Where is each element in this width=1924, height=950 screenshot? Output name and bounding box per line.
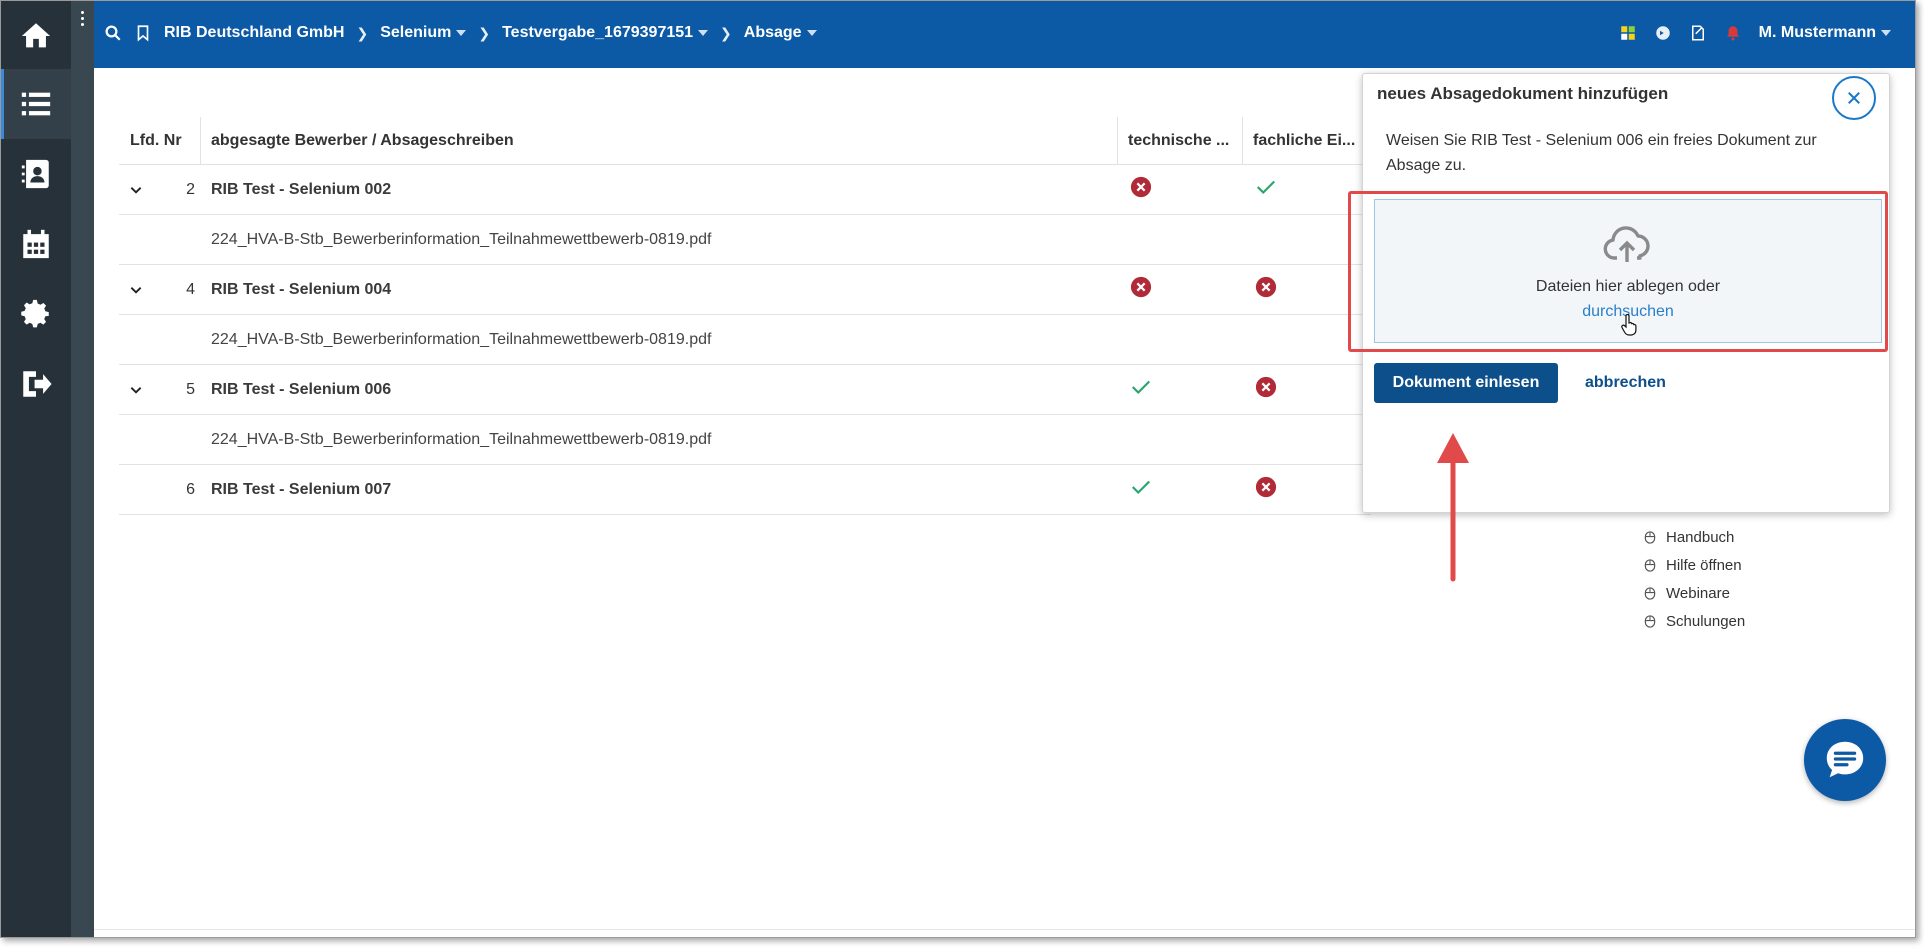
bell-icon[interactable]: [1724, 24, 1742, 42]
help-links: Handbuch Hilfe öffnen Webinare Schulunge…: [1644, 523, 1745, 635]
annotation-arrow-icon: [1437, 433, 1469, 582]
document-link[interactable]: 224_HVA-B-Stb_Bewerberinformation_Teilna…: [119, 231, 711, 249]
divider: [94, 929, 1915, 930]
error-circle-icon: [1130, 276, 1152, 298]
document-link[interactable]: 224_HVA-B-Stb_Bewerberinformation_Teilna…: [119, 331, 711, 349]
dialog-title: neues Absagedokument hinzufügen: [1377, 84, 1669, 103]
user-menu[interactable]: M. Mustermann: [1759, 24, 1891, 42]
breadcrumb-company[interactable]: RIB Deutschland GmbH: [164, 24, 344, 42]
bookmark-icon[interactable]: [134, 24, 152, 42]
dropzone-text: Dateien hier ablegen oder: [1535, 278, 1721, 295]
chevron-right-icon: ❯: [720, 24, 732, 41]
mouse-icon: [1644, 614, 1656, 628]
file-dropzone[interactable]: Dateien hier ablegen oder durchsuchen: [1374, 199, 1882, 343]
gear-icon: [21, 299, 49, 328]
sidebar-rail: [71, 1, 94, 937]
chevron-down-icon[interactable]: [129, 183, 143, 197]
sidebar: [1, 1, 71, 937]
error-circle-icon: [1130, 176, 1152, 198]
table-row[interactable]: 4 RIB Test - Selenium 004: [119, 265, 1371, 315]
app-window: RIB Deutschland GmbH ❯ Selenium ❯ Testve…: [0, 0, 1916, 938]
logout-icon: [23, 371, 52, 397]
chat-button[interactable]: [1804, 719, 1886, 801]
error-circle-icon: [1255, 376, 1277, 398]
search-icon[interactable]: [104, 24, 122, 42]
sidebar-item-list[interactable]: [1, 69, 71, 139]
read-document-button[interactable]: Dokument einlesen: [1374, 363, 1558, 403]
header-nr[interactable]: Lfd. Nr: [119, 117, 201, 164]
breadcrumb-tender[interactable]: Testvergabe_1679397151: [502, 24, 709, 42]
help-link-hilfe[interactable]: Hilfe öffnen: [1644, 551, 1745, 579]
caret-down-icon: [698, 29, 709, 36]
table-row[interactable]: 6 RIB Test - Selenium 007: [119, 465, 1371, 515]
check-icon: [1131, 380, 1151, 395]
notepad-icon[interactable]: [1689, 24, 1707, 42]
chevron-down-icon[interactable]: [129, 283, 143, 297]
breadcrumb: RIB Deutschland GmbH ❯ Selenium ❯ Testve…: [104, 1, 817, 65]
cloud-upload-icon: [1603, 226, 1650, 262]
mouse-icon: [1644, 558, 1656, 572]
apps-icon[interactable]: [1619, 24, 1637, 42]
row-nr: 5: [186, 380, 195, 398]
chevron-right-icon: ❯: [356, 24, 369, 41]
row-nr: 4: [186, 280, 195, 298]
table-header: Lfd. Nr abgesagte Bewerber / Absageschre…: [119, 117, 1371, 165]
check-icon: [1131, 480, 1151, 495]
contacts-icon: [21, 159, 49, 189]
row-name: RIB Test - Selenium 004: [211, 280, 392, 298]
sidebar-item-settings[interactable]: [1, 279, 71, 349]
mouse-icon: [1644, 586, 1656, 600]
chat-icon: [1826, 741, 1864, 778]
table-row-document[interactable]: 224_HVA-B-Stb_Bewerberinformation_Teilna…: [119, 415, 1371, 465]
sidebar-item-home[interactable]: [1, 1, 71, 71]
hand-cursor-icon: [1621, 314, 1637, 336]
table-row[interactable]: 5 RIB Test - Selenium 006: [119, 365, 1371, 415]
header-name[interactable]: abgesagte Bewerber / Absageschreiben: [201, 117, 1118, 164]
table-row-document[interactable]: 224_HVA-B-Stb_Bewerberinformation_Teilna…: [119, 315, 1371, 365]
help-link-schulungen[interactable]: Schulungen: [1644, 607, 1745, 635]
help-link-webinare[interactable]: Webinare: [1644, 579, 1745, 607]
home-icon: [21, 23, 51, 48]
row-nr: 6: [186, 480, 195, 498]
document-link[interactable]: 224_HVA-B-Stb_Bewerberinformation_Teilna…: [119, 431, 711, 449]
caret-down-icon: [1881, 29, 1891, 36]
error-circle-icon: [1255, 476, 1277, 498]
close-button[interactable]: [1832, 76, 1876, 120]
list-icon: [21, 92, 51, 116]
rejection-table: Lfd. Nr abgesagte Bewerber / Absageschre…: [119, 117, 1371, 515]
topbar-actions: M. Mustermann: [1619, 1, 1891, 65]
header-professional[interactable]: fachliche Ei...: [1243, 117, 1371, 164]
mouse-icon: [1644, 530, 1656, 544]
top-bar: RIB Deutschland GmbH ❯ Selenium ❯ Testve…: [94, 1, 1915, 68]
error-circle-icon: [1255, 276, 1277, 298]
dialog-message: Weisen Sie RIB Test - Selenium 006 ein f…: [1386, 132, 1817, 174]
cancel-button[interactable]: abbrechen: [1585, 363, 1666, 403]
sidebar-item-logout[interactable]: [1, 349, 71, 419]
calendar-icon: [23, 229, 49, 259]
caret-down-icon: [806, 29, 817, 36]
close-icon: [1848, 92, 1860, 104]
breadcrumb-page[interactable]: Absage: [744, 24, 817, 42]
row-nr: 2: [186, 180, 195, 198]
breadcrumb-project[interactable]: Selenium: [380, 24, 467, 42]
sidebar-item-calendar[interactable]: [1, 209, 71, 279]
kebab-menu-icon[interactable]: [81, 11, 85, 29]
help-link-handbuch[interactable]: Handbuch: [1644, 523, 1745, 551]
chevron-right-icon: ❯: [478, 24, 491, 41]
row-name: RIB Test - Selenium 002: [211, 180, 392, 198]
sidebar-item-contacts[interactable]: [1, 139, 71, 209]
row-name: RIB Test - Selenium 006: [211, 380, 392, 398]
chevron-down-icon[interactable]: [129, 383, 143, 397]
table-row[interactable]: 2 RIB Test - Selenium 002: [119, 165, 1371, 215]
status-icon[interactable]: [1654, 24, 1672, 42]
table-row-document[interactable]: 224_HVA-B-Stb_Bewerberinformation_Teilna…: [119, 215, 1371, 265]
check-icon: [1256, 180, 1276, 195]
caret-down-icon: [456, 29, 467, 36]
row-name: RIB Test - Selenium 007: [211, 480, 392, 498]
header-technical[interactable]: technische ...: [1118, 117, 1243, 164]
